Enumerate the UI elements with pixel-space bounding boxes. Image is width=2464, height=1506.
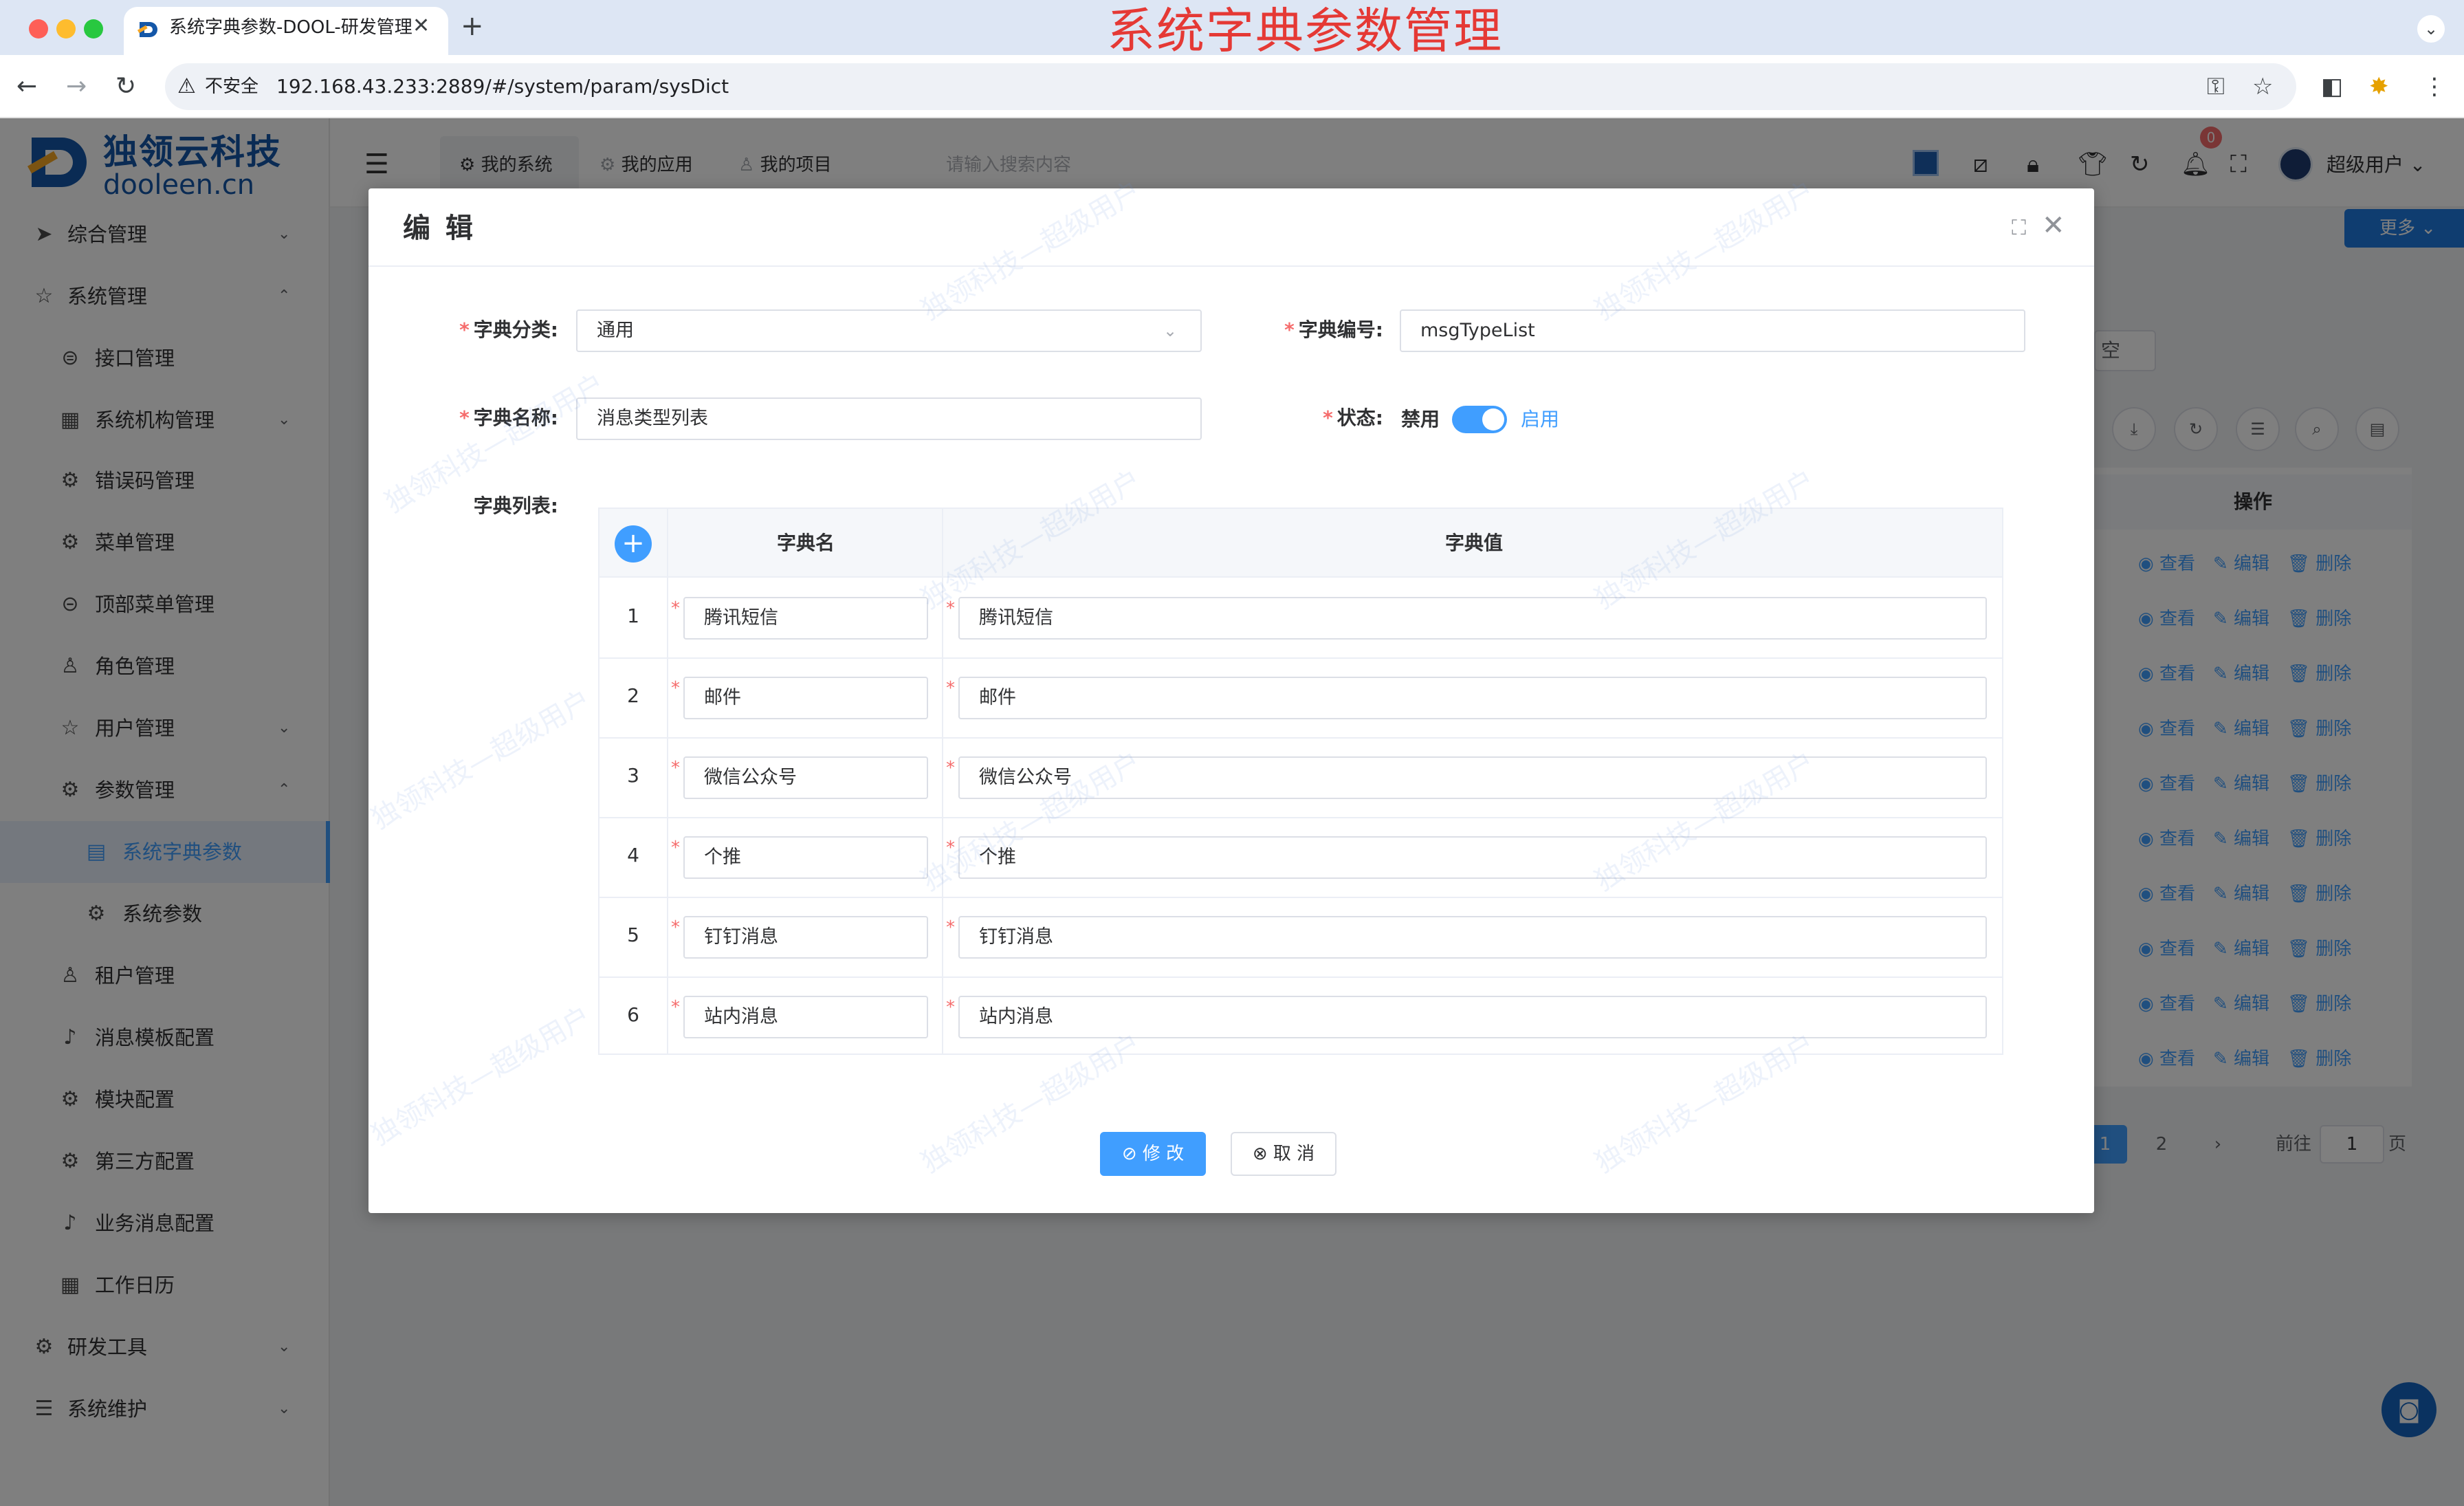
dict-value-input[interactable]: 腾讯短信 (958, 597, 1987, 640)
dict-list-label: 字典列表: (473, 494, 558, 517)
key-icon[interactable]: ⚿ (2207, 72, 2225, 102)
window-close-button[interactable] (29, 19, 48, 39)
close-icon[interactable]: ✕ (2042, 210, 2065, 241)
label-text: 字典分类: (473, 318, 558, 341)
label-text: 字典名称: (473, 406, 558, 429)
window-zoom-button[interactable] (84, 19, 103, 39)
extension-icon[interactable]: ✸ (2369, 72, 2389, 102)
row-index: 5 (627, 924, 639, 946)
cancel-button[interactable]: ⊗ 取 消 (1231, 1132, 1336, 1176)
required-mark: * (946, 838, 955, 858)
dict-name-input[interactable]: 站内消息 (683, 996, 928, 1038)
row-index: 6 (627, 1003, 639, 1026)
security-label[interactable]: 不安全 (205, 74, 258, 99)
tab-close-icon[interactable]: ✕ (412, 14, 430, 39)
bookmark-star-icon[interactable]: ☆ (2252, 72, 2273, 102)
chevron-down-icon[interactable]: ⌄ (1163, 320, 1177, 341)
required-mark: * (671, 838, 680, 858)
required-mark: * (671, 758, 680, 778)
fullscreen-icon[interactable]: ⛶ (2012, 215, 2026, 242)
row-divider (600, 976, 2002, 978)
required-mark: * (946, 598, 955, 619)
category-label: * 字典分类: (459, 318, 558, 341)
row-divider (600, 737, 2002, 739)
row-divider (600, 897, 2002, 898)
dict-value-input[interactable]: 邮件 (958, 677, 1987, 719)
row-index: 2 (627, 684, 639, 707)
url-text[interactable]: 192.168.43.233:2889/#/system/param/sysDi… (276, 73, 729, 100)
status-on-label[interactable]: 启用 (1521, 406, 1559, 433)
dict-name-input[interactable]: 腾讯短信 (683, 597, 928, 640)
col-header-name: 字典名 (777, 532, 835, 554)
dict-name-input[interactable]: 邮件 (683, 677, 928, 719)
row-divider (600, 657, 2002, 659)
dict-value-input[interactable]: 钉钉消息 (958, 916, 1987, 959)
status-label: * 状态: (1323, 406, 1383, 429)
dict-value-input[interactable]: 微信公众号 (958, 756, 1987, 799)
new-tab-button[interactable]: + (461, 11, 484, 41)
overlay-caption: 系统字典参数管理 (1107, 3, 1503, 59)
required-mark: * (946, 997, 955, 1018)
col-header-value: 字典值 (1445, 532, 1504, 554)
back-icon[interactable]: ← (16, 69, 37, 105)
window-minimize-button[interactable] (56, 19, 76, 39)
dict-value-input[interactable]: 站内消息 (958, 996, 1987, 1038)
column-divider (942, 509, 943, 1054)
dict-name-input[interactable]: 钉钉消息 (683, 916, 928, 959)
row-index: 1 (627, 604, 639, 627)
side-panel-icon[interactable]: ◧ (2321, 72, 2343, 102)
required-mark: * (671, 917, 680, 938)
label-text: 字典编号: (1298, 318, 1383, 341)
dict-name-input[interactable]: 个推 (683, 836, 928, 879)
forward-icon[interactable]: → (66, 69, 87, 105)
warning-icon[interactable]: ⚠ (177, 72, 196, 102)
required-mark: * (671, 997, 680, 1018)
row-index: 3 (627, 764, 639, 787)
name-label: * 字典名称: (459, 406, 558, 429)
tab-title: 系统字典参数-DOOL-研发管理 (169, 17, 412, 38)
code-input[interactable]: msgTypeList (1400, 309, 2025, 352)
required-mark: * (671, 598, 680, 619)
site-favicon-icon (137, 18, 161, 41)
toggle-knob[interactable] (1482, 408, 1504, 430)
status-off-label[interactable]: 禁用 (1401, 406, 1440, 433)
required-mark: * (946, 917, 955, 938)
tab-search-button[interactable]: ⌄ (2417, 15, 2445, 43)
dialog-divider (368, 265, 2094, 267)
name-input[interactable]: 消息类型列表 (576, 397, 1202, 440)
browser-menu-icon[interactable]: ⋮ (2423, 72, 2446, 102)
save-button[interactable]: ⊘ 修 改 (1100, 1132, 1206, 1176)
dialog-title: 编 辑 (403, 212, 476, 244)
required-mark: * (946, 678, 955, 699)
dict-value-input[interactable]: 个推 (958, 836, 1987, 879)
column-divider (667, 509, 668, 1054)
row-divider (600, 817, 2002, 818)
code-label: * 字典编号: (1284, 318, 1383, 341)
reload-icon[interactable]: ↻ (116, 69, 136, 105)
dict-name-input[interactable]: 微信公众号 (683, 756, 928, 799)
required-mark: * (946, 758, 955, 778)
row-index: 4 (627, 844, 639, 866)
add-row-button[interactable]: + (615, 525, 652, 563)
category-select[interactable]: 通用 (576, 309, 1202, 352)
label-text: 状态: (1336, 406, 1383, 429)
required-mark: * (671, 678, 680, 699)
